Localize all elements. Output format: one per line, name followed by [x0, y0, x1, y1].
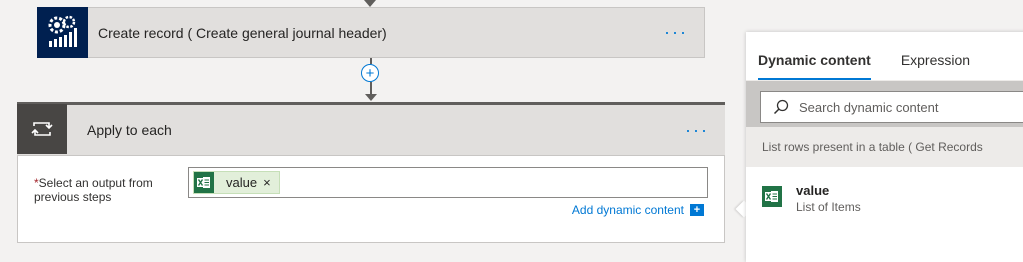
search-icon: [773, 99, 789, 115]
apply-to-each-header[interactable]: Apply to each ···: [17, 102, 725, 156]
value-token[interactable]: value ×: [193, 171, 280, 194]
add-dynamic-content-button[interactable]: Add dynamic content +: [572, 203, 704, 217]
search-area: Search dynamic content: [746, 81, 1023, 127]
dynamic-content-panel: Dynamic content Expression Search dynami…: [746, 32, 1023, 262]
search-placeholder: Search dynamic content: [799, 99, 939, 115]
create-record-more-button[interactable]: ···: [664, 22, 688, 43]
apply-to-each-more-button[interactable]: ···: [685, 120, 709, 141]
apply-to-each-step: Apply to each ··· *Select an output from…: [17, 102, 725, 243]
dynamic-item-name: value: [796, 183, 830, 198]
add-dynamic-content-label: Add dynamic content: [571, 203, 684, 217]
select-output-field[interactable]: value ×: [188, 167, 708, 198]
excel-icon: [762, 186, 782, 207]
dynamics-gears-icon: [37, 6, 88, 58]
value-token-label: value: [226, 175, 258, 190]
connector-top-arrow: [364, 0, 376, 7]
connector-mid-arrow: [365, 94, 377, 101]
add-dynamic-plus-icon: +: [690, 204, 704, 216]
remove-token-button[interactable]: ×: [263, 175, 271, 190]
tab-expression[interactable]: Expression: [901, 52, 970, 80]
create-record-title: Create record ( Create general journal h…: [98, 24, 387, 41]
loop-icon: [17, 103, 67, 154]
select-output-label-text: Select an output from previous steps: [34, 176, 153, 204]
dynamic-item-value[interactable]: value List of Items: [746, 167, 1023, 214]
section-header: List rows present in a table ( Get Recor…: [746, 127, 1023, 167]
create-record-step[interactable]: Create record ( Create general journal h…: [37, 6, 705, 58]
apply-to-each-title: Apply to each: [87, 122, 172, 138]
insert-step-button[interactable]: +: [361, 64, 379, 82]
panel-tabs: Dynamic content Expression: [746, 32, 1023, 81]
dynamic-item-desc: List of Items: [796, 200, 861, 214]
search-dynamic-content-input[interactable]: Search dynamic content: [760, 91, 1023, 123]
tab-dynamic-content[interactable]: Dynamic content: [758, 52, 871, 80]
select-output-label: *Select an output from previous steps: [34, 176, 184, 204]
excel-icon: [194, 172, 214, 193]
